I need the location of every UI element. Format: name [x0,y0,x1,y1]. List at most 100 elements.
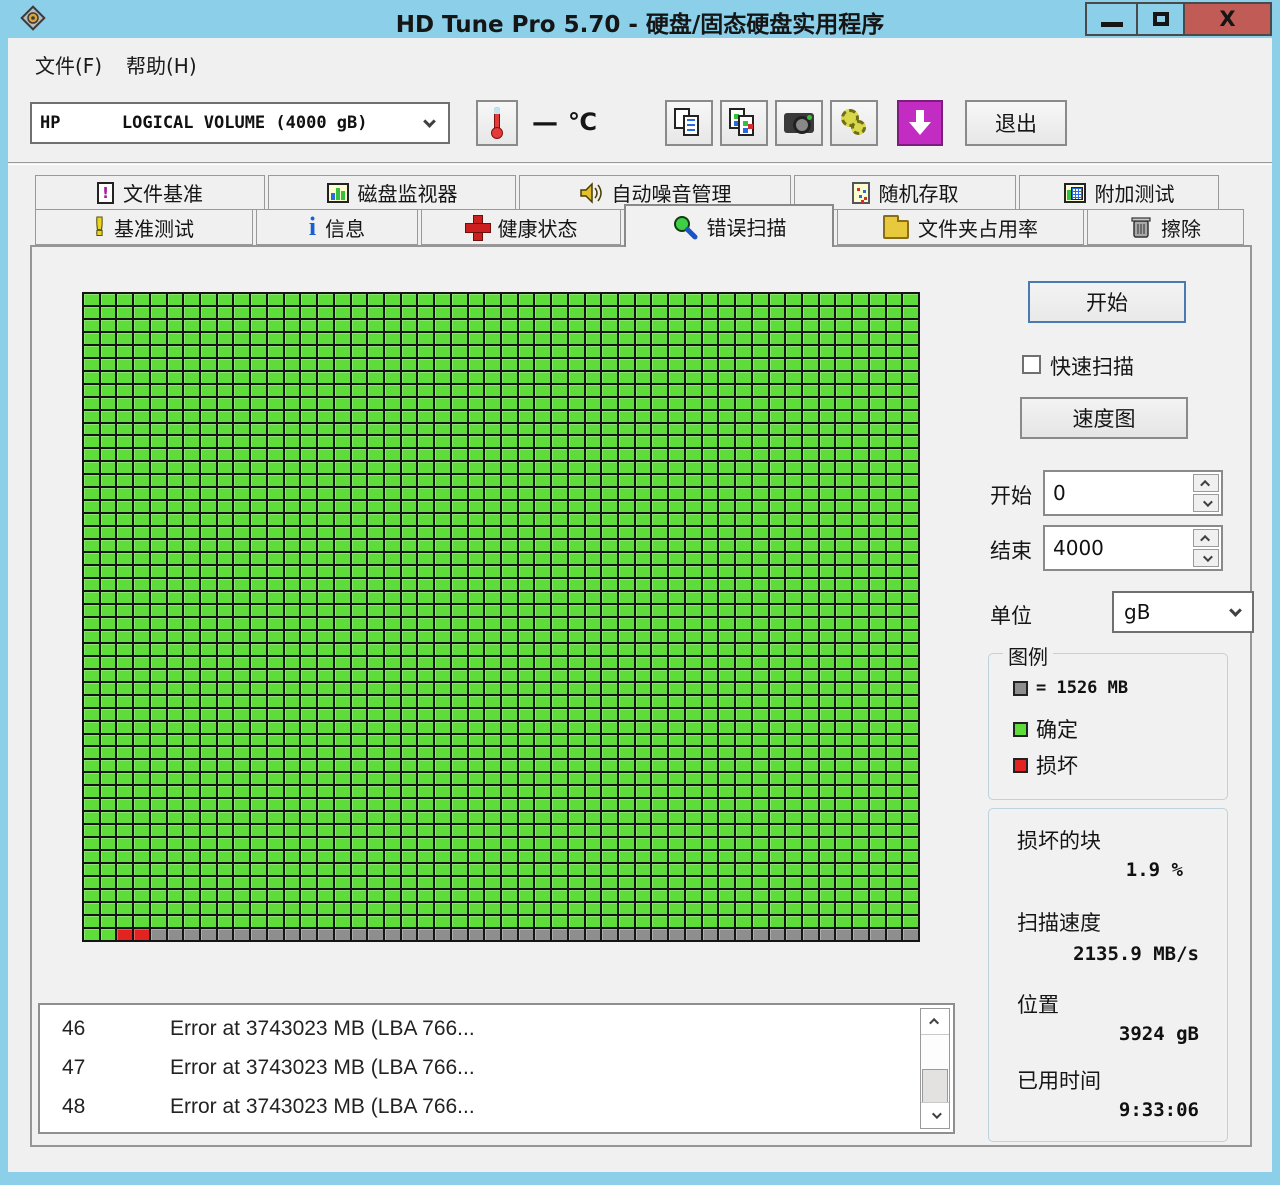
scan-block-ok [635,903,651,915]
exit-button[interactable]: 退出 [965,100,1067,146]
scan-block-ok [819,319,835,331]
scan-block-ok [267,825,283,837]
copy-text-button[interactable] [665,100,713,146]
start-position-input[interactable]: 0 [1043,470,1223,516]
scan-block-ok [485,306,500,318]
error-list-item[interactable]: 48 Error at 3743023 MB (LBA 766... [40,1087,953,1126]
quick-scan-checkbox[interactable] [1022,355,1041,374]
scan-block-ok [903,514,918,526]
scan-block-ok [652,488,668,500]
scan-block-ok [786,501,801,513]
scan-block-ok [84,656,99,668]
scan-block-ok [167,890,183,902]
scan-block-ok [819,475,835,487]
error-list-scrollbar[interactable] [920,1008,950,1129]
scan-block-ok [368,916,383,928]
scan-block-ok [568,449,584,461]
scan-block-ok [334,410,350,422]
copy-image-button[interactable] [720,100,768,146]
scan-block-ok [184,319,200,331]
scan-block-ok [117,306,133,318]
end-position-input[interactable]: 4000 [1043,525,1223,571]
scan-block-ok [836,462,852,474]
scan-block-ok [602,604,618,616]
scan-block-ok [267,449,283,461]
scan-block-ok [836,864,852,876]
scan-block-ok [334,397,350,409]
scan-block-ok [752,358,768,370]
drive-select[interactable]: HP LOGICAL VOLUME (4000 gB) [30,102,450,144]
start-spinner-down[interactable] [1193,494,1219,512]
error-list-item[interactable]: 46 Error at 3743023 MB (LBA 766... [40,1009,953,1048]
maximize-button[interactable] [1136,2,1185,36]
scan-block-ok [685,591,701,603]
scan-block-ok [619,462,634,474]
scan-block-ok [267,436,283,448]
scan-block-ok [669,916,684,928]
close-button[interactable]: X [1183,2,1272,36]
tab-benchmark[interactable]: ! 基准测试 [35,209,253,245]
scan-block-ok [769,488,785,500]
scan-block-ok [602,294,618,305]
tab-disk-monitor[interactable]: 磁盘监视器 [268,175,516,210]
scan-block-ok [685,851,701,863]
scan-block-ok [752,708,768,720]
tab-folder-usage[interactable]: 文件夹占用率 [837,209,1084,245]
scan-block-ok [435,825,450,837]
minimize-button[interactable] [1085,2,1138,36]
scan-block-ok [485,695,500,707]
chevron-down-icon [1202,551,1213,562]
scan-block-ok [184,903,200,915]
tab-file-benchmark[interactable]: ! 文件基准 [35,175,265,210]
screenshot-button[interactable] [775,100,823,146]
save-button[interactable] [897,100,943,146]
scan-block-ok [518,501,534,513]
scan-block-ok [535,656,551,668]
scan-block-ok [819,760,835,772]
scan-block-ok [150,838,166,850]
scroll-up-button[interactable] [921,1009,949,1035]
unit-select[interactable]: gB [1112,591,1254,633]
temperature-button[interactable] [476,100,518,146]
scan-block-ok [485,294,500,305]
start-spinner-up[interactable] [1193,474,1219,492]
start-scan-button[interactable]: 开始 [1028,281,1186,323]
menu-file[interactable]: 文件(F) [35,50,102,79]
tab-info[interactable]: i 信息 [256,209,418,245]
scan-block-ok [502,294,517,305]
scan-block-ok [535,617,551,629]
scan-block-ok [853,669,868,681]
speed-map-button[interactable]: 速度图 [1020,397,1188,439]
tab-extra-tests[interactable]: 附加测试 [1019,175,1219,210]
scan-block-ok [886,604,902,616]
settings-button[interactable] [830,100,878,146]
scan-block-ok [619,397,634,409]
end-spinner-up[interactable] [1193,529,1219,547]
scrollbar-thumb[interactable] [922,1069,948,1103]
scan-block-ok [117,617,133,629]
scan-block-ok [351,566,367,577]
tab-erase[interactable]: 擦除 [1087,209,1244,245]
error-list-item[interactable]: 47 Error at 3743023 MB (LBA 766... [40,1048,953,1087]
scan-block-ok [736,630,751,642]
scan-block-ok [752,488,768,500]
scan-block-ok [568,514,584,526]
scan-block-ok [702,410,718,422]
tab-error-scan[interactable]: 错误扫描 [624,204,834,247]
scan-block-ok [418,877,434,889]
scan-block-ok [685,527,701,539]
scan-block-ok [201,786,216,798]
tab-health[interactable]: 健康状态 [421,209,621,245]
scan-block-ok [652,501,668,513]
end-spinner-down[interactable] [1193,549,1219,567]
scan-block-ok [435,877,450,889]
scan-block-ok [736,786,751,798]
scan-block-ok [819,384,835,396]
scan-block-ok [451,540,467,552]
scan-block-ok [384,903,400,915]
scroll-down-button[interactable] [921,1102,949,1128]
menu-help[interactable]: 帮助(H) [126,50,197,79]
scan-block-ok [384,734,400,746]
legend-block-size-row: = 1526 MB [1013,678,1128,698]
scan-block-ok [234,851,250,863]
